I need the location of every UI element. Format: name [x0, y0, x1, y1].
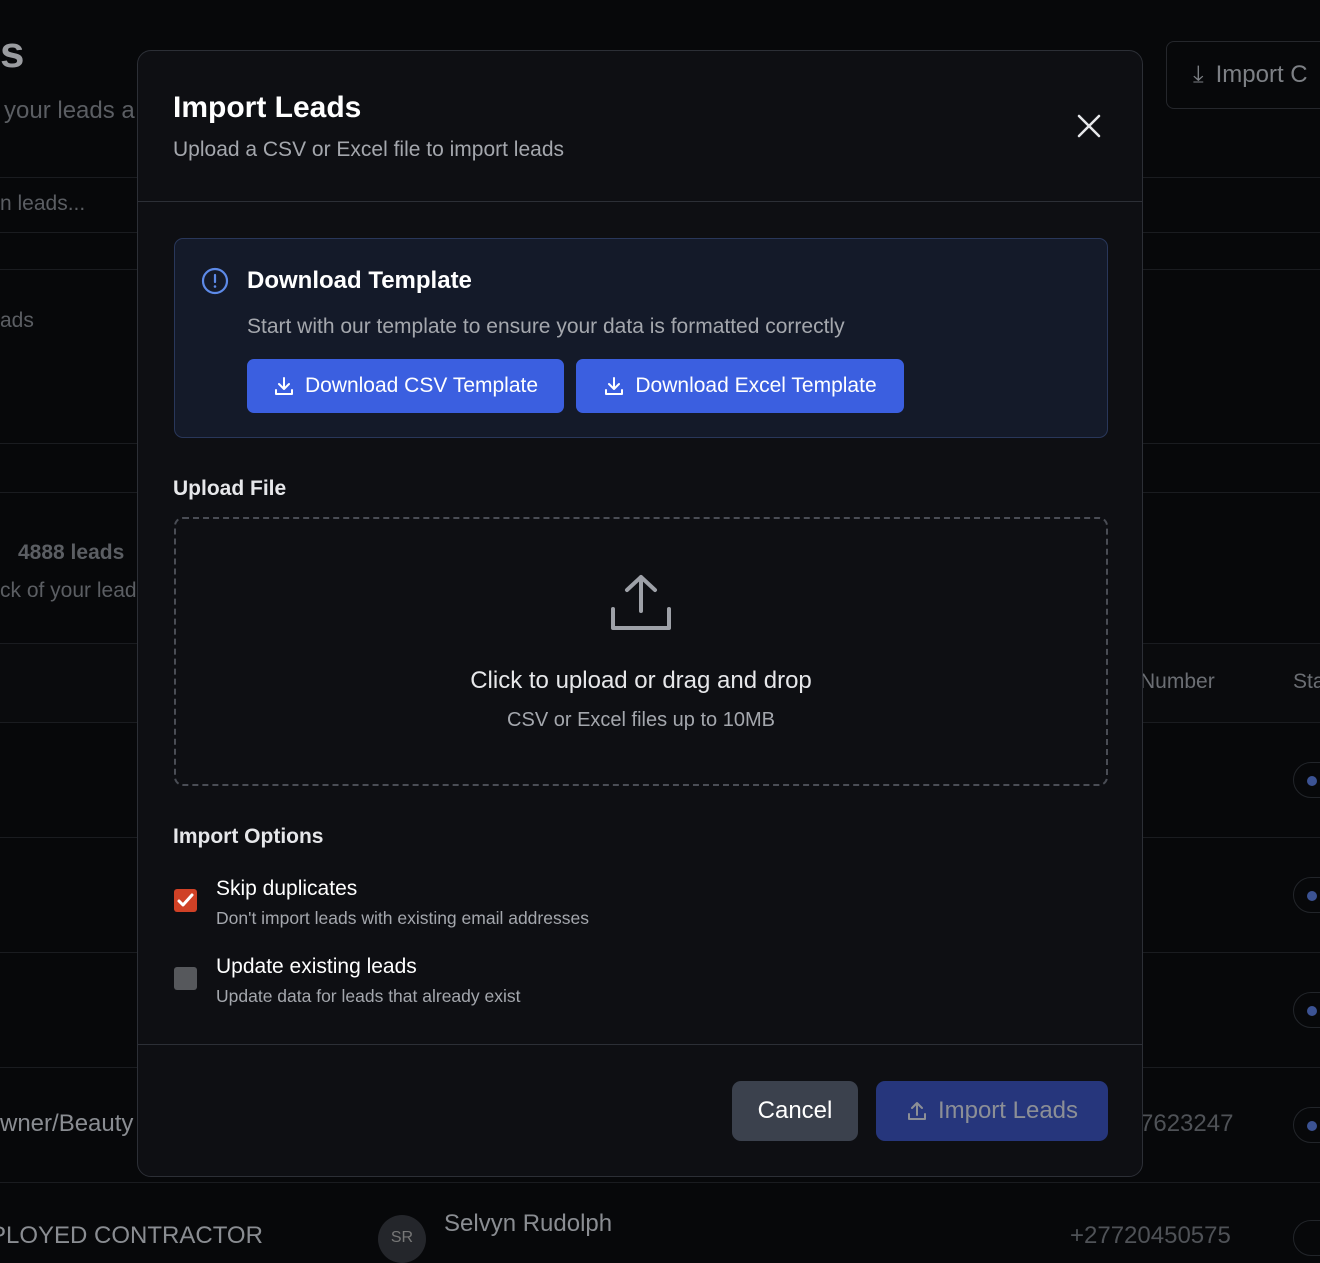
template-description: Start with our template to ensure your d… — [247, 315, 845, 338]
leads-count: 4888 leads — [18, 541, 125, 564]
lead-phone: 7623247 — [1140, 1110, 1234, 1137]
status-badge — [1293, 1220, 1320, 1256]
skip-duplicates-label[interactable]: Skip duplicates — [216, 877, 357, 901]
upload-primary-text: Click to upload or drag and drop — [470, 667, 812, 694]
update-existing-label[interactable]: Update existing leads — [216, 955, 417, 979]
download-icon — [605, 377, 624, 395]
dialog-subtitle: Upload a CSV or Excel file to import lea… — [173, 138, 565, 161]
update-existing-description: Update data for leads that already exist — [216, 986, 521, 1006]
dialog-title: Import Leads — [173, 91, 362, 124]
download-icon: ⤓ — [1193, 61, 1204, 88]
column-header-status: Sta — [1293, 670, 1320, 693]
column-header-number: Number — [1140, 670, 1215, 693]
file-dropzone[interactable]: Click to upload or drag and drop CSV or … — [174, 517, 1108, 786]
upload-file-label: Upload File — [173, 477, 287, 500]
lead-phone: +27720450575 — [1070, 1222, 1231, 1249]
skip-duplicates-description: Don't import leads with existing email a… — [216, 908, 589, 928]
upload-secondary-text: CSV or Excel files up to 10MB — [507, 709, 775, 731]
lead-job-title: PLOYED CONTRACTOR — [0, 1222, 263, 1249]
divider — [138, 201, 1142, 202]
update-existing-checkbox[interactable] — [174, 967, 197, 990]
download-icon — [274, 377, 293, 395]
skip-duplicates-checkbox[interactable] — [174, 889, 197, 912]
import-leads-dialog: Import Leads Upload a CSV or Excel file … — [137, 50, 1143, 1177]
search-input[interactable]: n leads... — [0, 192, 85, 216]
import-options-label: Import Options — [173, 825, 324, 848]
download-csv-template-button[interactable]: Download CSV Template — [247, 359, 564, 413]
upload-icon — [611, 575, 671, 630]
section-label: ads — [0, 309, 34, 332]
status-badge — [1293, 762, 1320, 798]
status-badge — [1293, 877, 1320, 913]
import-contacts-button[interactable]: ⤓ Import C — [1166, 41, 1320, 109]
avatar: SR — [378, 1215, 426, 1263]
close-icon[interactable] — [1074, 111, 1104, 141]
info-icon — [201, 267, 229, 300]
page-subtitle: your leads a — [4, 97, 135, 124]
template-info-box: Download Template Start with our templat… — [174, 238, 1108, 438]
page-title: s — [0, 28, 25, 77]
template-title: Download Template — [247, 267, 472, 294]
leads-description: ck of your lead — [0, 579, 137, 602]
import-leads-button[interactable]: Import Leads — [876, 1081, 1108, 1141]
upload-icon — [907, 1102, 926, 1120]
cancel-button[interactable]: Cancel — [732, 1081, 858, 1141]
status-badge — [1293, 992, 1320, 1028]
divider — [138, 1044, 1142, 1045]
lead-job-title: wner/Beauty — [0, 1110, 134, 1137]
lead-name[interactable]: Selvyn Rudolph — [444, 1210, 612, 1238]
download-excel-template-button[interactable]: Download Excel Template — [576, 359, 904, 413]
status-badge — [1293, 1107, 1320, 1143]
